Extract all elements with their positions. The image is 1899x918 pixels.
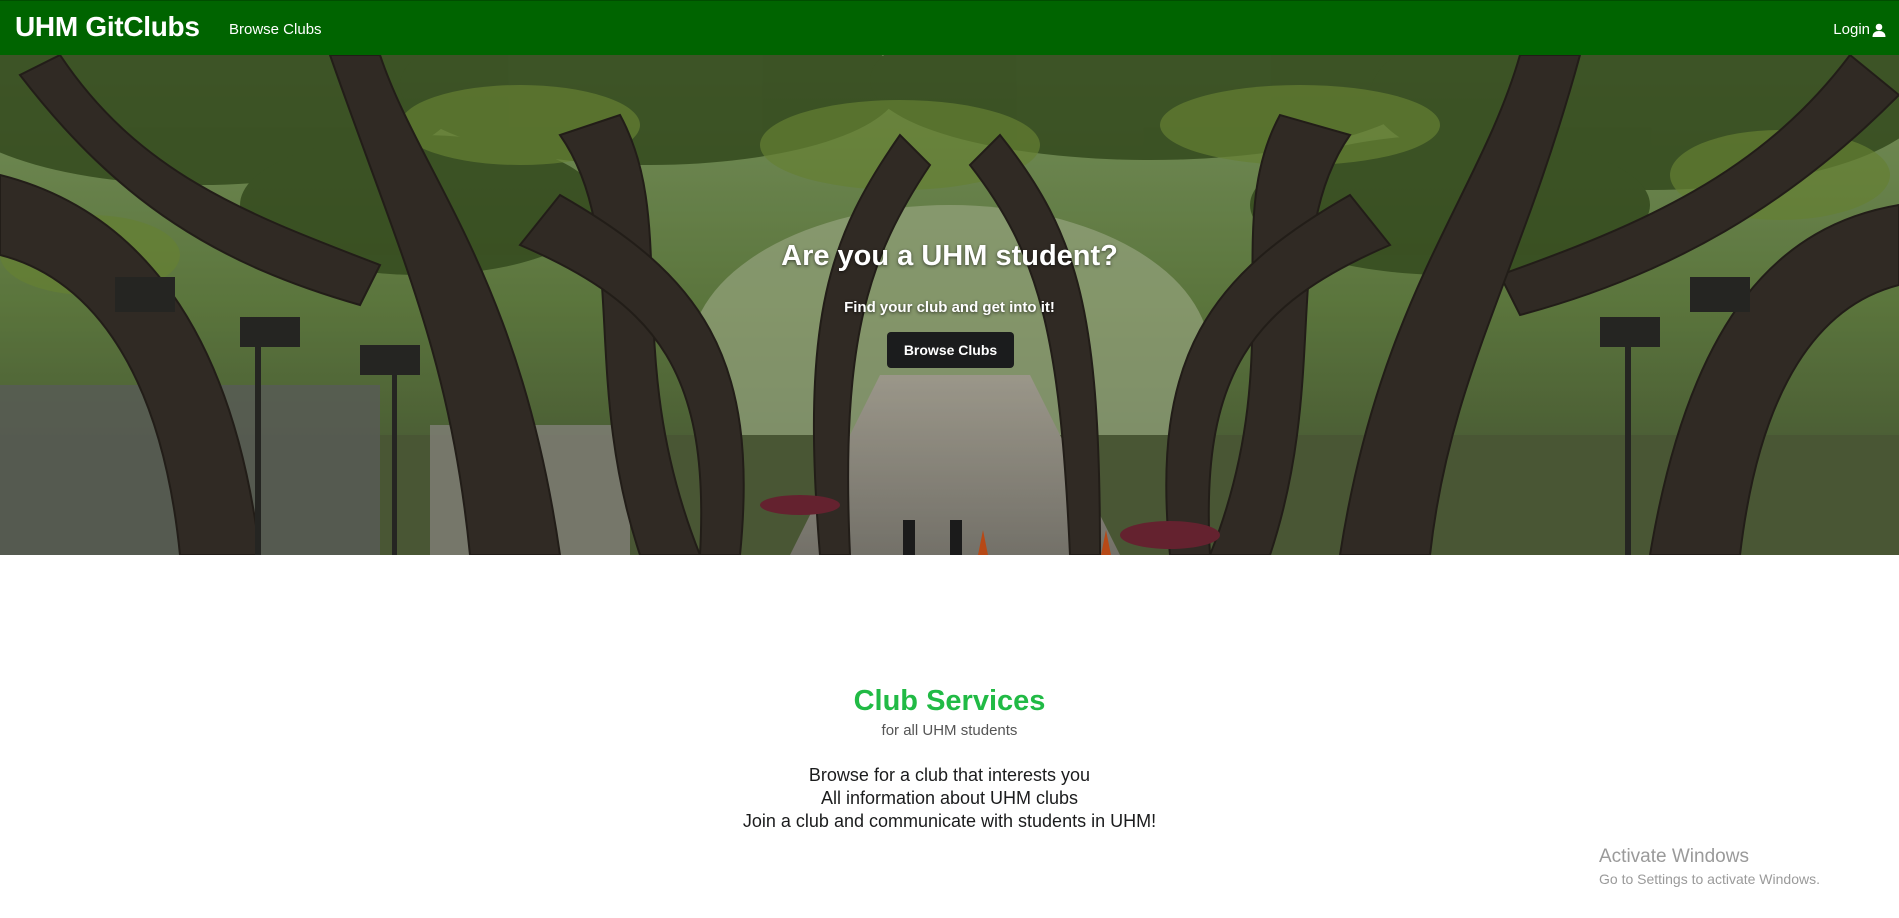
service-line: Browse for a club that interests you bbox=[808, 765, 1091, 785]
club-services-subtitle: for all UHM students bbox=[881, 722, 1018, 739]
login-link[interactable]: Login bbox=[1833, 21, 1886, 38]
brand-logo-link[interactable]: UHM GitClubs bbox=[15, 11, 200, 43]
club-services-list: Browse for a club that interests you All… bbox=[0, 764, 1899, 833]
hero-banner: Are you a UHM student? Find your club an… bbox=[0, 55, 1899, 555]
browse-clubs-button[interactable]: Browse Clubs bbox=[887, 332, 1014, 368]
watermark-line-1: Activate Windows bbox=[1599, 846, 1749, 867]
hero-subtitle: Find your club and get into it! bbox=[844, 299, 1055, 316]
windows-activation-watermark: Activate Windows Go to Settings to activ… bbox=[1599, 845, 1820, 889]
service-line: Join a club and communicate with student… bbox=[742, 811, 1157, 831]
service-line: All information about UHM clubs bbox=[820, 788, 1079, 808]
club-services-title: Club Services bbox=[853, 685, 1046, 717]
watermark-line-2: Go to Settings to activate Windows. bbox=[1599, 871, 1820, 887]
hero-title: Are you a UHM student? bbox=[781, 240, 1118, 272]
login-label: Login bbox=[1833, 21, 1870, 38]
top-navbar: UHM GitClubs Browse Clubs Login bbox=[0, 0, 1899, 55]
user-icon bbox=[1872, 23, 1886, 37]
nav-browse-clubs-link[interactable]: Browse Clubs bbox=[229, 21, 322, 38]
